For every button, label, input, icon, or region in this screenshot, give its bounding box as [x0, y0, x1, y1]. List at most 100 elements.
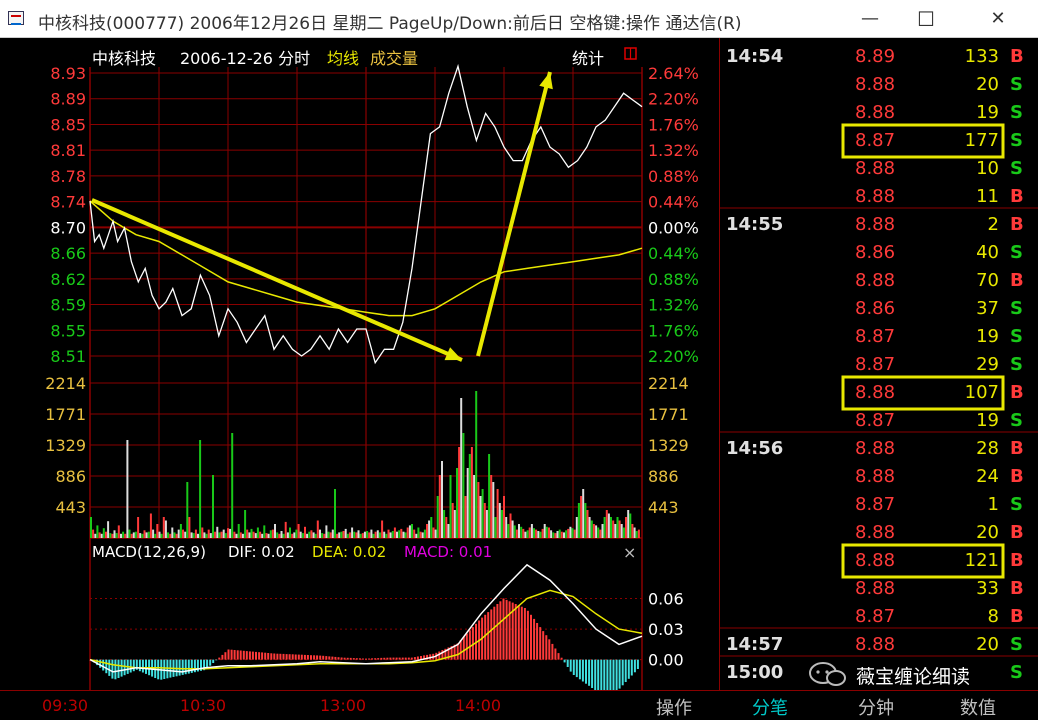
pct-tick-label: 0.44%	[648, 193, 699, 212]
tick-price: 8.88	[855, 578, 895, 599]
price-tick-label: 8.74	[50, 193, 86, 212]
tick-volume: 121	[965, 550, 999, 571]
time-label-1400: 14:00	[455, 696, 502, 715]
tick-side: S	[1010, 494, 1023, 515]
header-stock-name: 中核科技	[92, 49, 156, 68]
pct-tick-label: 1.32%	[648, 141, 699, 160]
tick-side: B	[1010, 214, 1024, 235]
volume-tick-label: 886	[55, 467, 86, 486]
title-bar: 中核科技(000777) 2006年12月26日 星期二 PageUp/Down…	[0, 0, 1038, 38]
price-tick-label: 8.51	[50, 347, 86, 366]
tick-price: 8.87	[855, 326, 895, 347]
pct-tick-label: 0.88%	[648, 167, 699, 186]
tick-volume: 107	[965, 382, 999, 403]
macd-name: MACD(12,26,9)	[92, 543, 206, 561]
tick-price: 8.88	[855, 102, 895, 123]
price-tick-label: 8.93	[50, 64, 86, 83]
tick-price: 8.88	[855, 634, 895, 655]
macd-close-icon: ×	[623, 543, 636, 562]
tick-price: 8.88	[855, 522, 895, 543]
minimize-button[interactable]: —	[850, 4, 890, 34]
tick-price: 8.87	[855, 606, 895, 627]
tick-volume: 10	[976, 158, 999, 179]
volume-tick-label: 1329	[45, 436, 86, 455]
tick-volume: 20	[976, 634, 999, 655]
tab-minute[interactable]: 分钟	[858, 694, 894, 720]
price-tick-label: 8.55	[50, 321, 86, 340]
price-tick-label: 8.81	[50, 141, 86, 160]
volume-tick-label: 443	[55, 498, 86, 517]
tick-volume: 20	[976, 74, 999, 95]
tick-price: 8.87	[855, 494, 895, 515]
price-tick-label: 8.70	[50, 218, 86, 237]
tick-side: B	[1010, 382, 1024, 403]
watermark-text: 薇宝缠论细读	[856, 666, 971, 688]
wechat-icon	[809, 662, 846, 686]
tick-volume: 177	[965, 130, 999, 151]
pct-tick-label: 1.76%	[648, 321, 699, 340]
macd-tick-label: 0.00	[648, 651, 684, 670]
header-volume-label: 成交量	[370, 49, 418, 68]
tab-values[interactable]: 数值	[960, 694, 996, 720]
tick-time: 14:56	[726, 438, 783, 459]
header-avg-line-label: 均线	[327, 49, 359, 68]
window-title: 中核科技(000777) 2006年12月26日 星期二 PageUp/Down…	[38, 14, 742, 34]
price-tick-label: 8.89	[50, 90, 86, 109]
tick-volume: 33	[976, 578, 999, 599]
tick-price: 8.87	[855, 354, 895, 375]
volume-tick-label-right: 443	[648, 498, 679, 517]
tick-price: 8.86	[855, 242, 895, 263]
pct-tick-label: 2.64%	[648, 64, 699, 83]
tick-time: 14:57	[726, 634, 783, 655]
tick-detail-panel[interactable]: 14:54 8.89 133 B8.88 20 S8.88 19 S8.87 177 S8.88 1…	[720, 38, 1038, 690]
tick-volume: 37	[976, 298, 999, 319]
tab-operation[interactable]: 操作	[656, 694, 692, 720]
intraday-chart[interactable]: 中核科技 2006-12-26 分时 均线 成交量 统计 8.93 2.64% 8.89 2.2…	[0, 38, 720, 690]
tab-tick-detail[interactable]: 分笔	[752, 694, 788, 720]
tick-volume: 133	[965, 46, 999, 67]
tick-side: S	[1010, 242, 1023, 263]
tick-volume: 1	[988, 494, 999, 515]
tick-price: 8.87	[855, 410, 895, 431]
tick-price: 8.88	[855, 214, 895, 235]
macd-tick-label: 0.03	[648, 620, 684, 639]
tick-volume: 20	[976, 522, 999, 543]
macd-dea-value: DEA: 0.02	[312, 543, 386, 561]
pct-tick-label: 0.88%	[648, 270, 699, 289]
price-tick-label: 8.66	[50, 244, 86, 263]
pct-tick-label: 0.00%	[648, 218, 699, 237]
tick-price: 8.88	[855, 158, 895, 179]
tick-price: 8.88	[855, 550, 895, 571]
volume-tick-label: 1771	[45, 405, 86, 424]
annotation-arrow-up	[476, 71, 552, 357]
volume-tick-label-right: 886	[648, 467, 679, 486]
time-label-1030: 10:30	[180, 696, 227, 715]
tick-side: B	[1010, 46, 1024, 67]
tick-side: S	[1010, 634, 1023, 655]
tick-volume: 19	[976, 102, 999, 123]
tick-side: S	[1010, 130, 1023, 151]
tick-time: 14:55	[726, 214, 783, 235]
tick-side: S	[1010, 354, 1023, 375]
tick-price: 8.88	[855, 186, 895, 207]
bottom-toolbar: 09:30 10:30 13:00 14:00 操作 分笔 分钟 数值	[0, 690, 1038, 720]
close-button[interactable]: ✕	[978, 4, 1018, 34]
tick-price: 8.88	[855, 438, 895, 459]
volume-tick-label: 2214	[45, 374, 86, 393]
tick-volume: 8	[988, 606, 999, 627]
tick-price: 8.88	[855, 74, 895, 95]
tick-volume: 24	[976, 466, 999, 487]
tick-side: S	[1010, 410, 1023, 431]
tick-price: 8.87	[855, 130, 895, 151]
tick-side: S	[1010, 662, 1023, 683]
tick-side: B	[1010, 522, 1024, 543]
tick-price: 8.89	[855, 46, 895, 67]
tick-price: 8.88	[855, 270, 895, 291]
pct-tick-label: 2.20%	[648, 90, 699, 109]
tick-side: B	[1010, 438, 1024, 459]
price-tick-label: 8.59	[50, 296, 86, 315]
maximize-button[interactable]: ☐	[906, 4, 946, 34]
tick-side: B	[1010, 550, 1024, 571]
tick-side: B	[1010, 578, 1024, 599]
tick-side: S	[1010, 326, 1023, 347]
